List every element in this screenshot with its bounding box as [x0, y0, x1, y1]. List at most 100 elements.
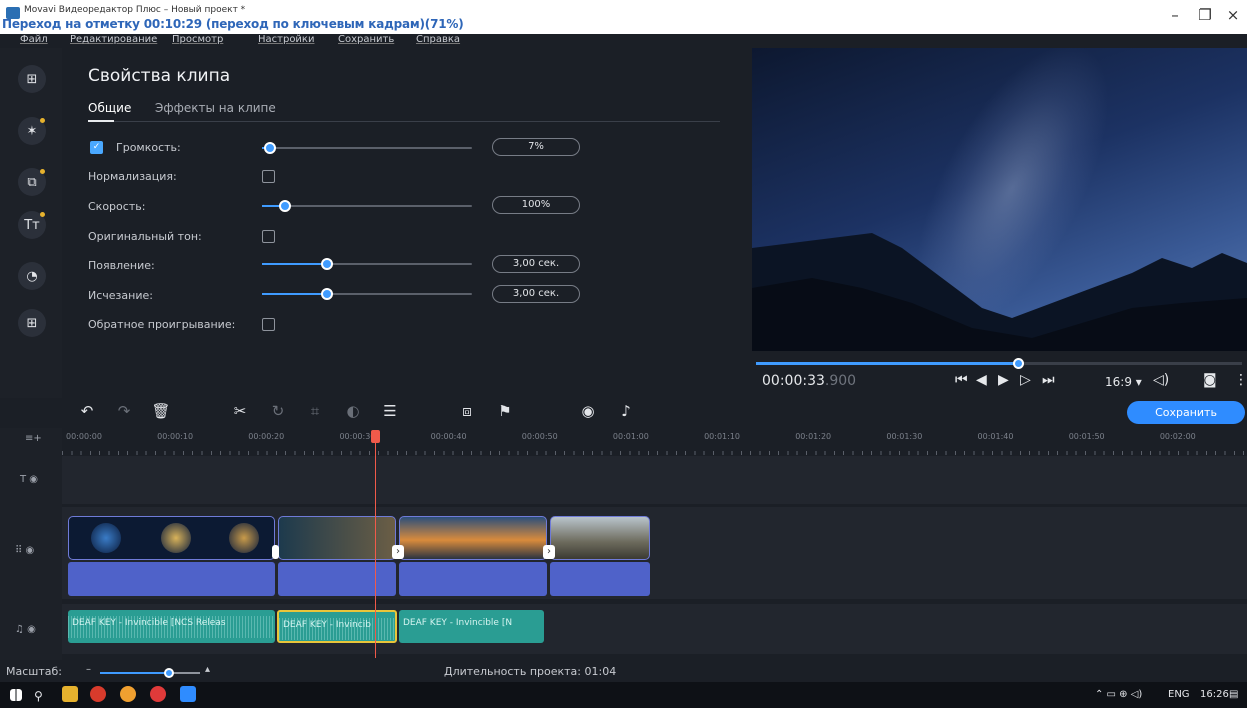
go-to-start-icon[interactable]: ⏮ — [955, 372, 968, 388]
start-menu-icon[interactable] — [10, 689, 22, 701]
ruler-ticks — [62, 451, 1247, 455]
ruler-tick-label: 00:01:00 — [612, 432, 649, 441]
magic-wand-icon[interactable]: ✶ — [18, 117, 46, 145]
video-clip-earth[interactable] — [68, 516, 275, 560]
movavi-taskbar-icon[interactable] — [180, 686, 196, 702]
ruler-tick-label: 00:01:20 — [795, 432, 832, 441]
preview-scrubber[interactable] — [756, 358, 1242, 369]
volume-value-field[interactable]: 7% — [492, 138, 580, 156]
import-icon[interactable]: ⊞ — [18, 65, 46, 93]
video-clip-shore[interactable] — [550, 516, 650, 560]
titles-icon[interactable]: Tт — [18, 211, 46, 239]
audio-clip-selected[interactable]: DEAF KEY - Invincib — [277, 610, 397, 643]
menu-help[interactable]: Справка — [416, 34, 460, 45]
tray-icons[interactable]: ⌃ ▭ ⊕ ◁) — [1095, 689, 1142, 700]
redo-icon[interactable]: ↷ — [113, 402, 135, 420]
browser-yandex-icon[interactable] — [90, 686, 106, 702]
zoom-out-icon[interactable]: – — [86, 664, 91, 675]
play-icon[interactable]: ▶ — [998, 372, 1009, 388]
video-clip-earth-audio[interactable] — [68, 562, 275, 596]
tab-divider — [88, 121, 720, 122]
playhead-handle[interactable] — [371, 430, 380, 443]
speed-slider[interactable] — [262, 200, 472, 212]
color-adjust-icon[interactable]: ◐ — [342, 402, 364, 420]
language-indicator[interactable]: ENG — [1168, 689, 1190, 700]
fade-out-slider-knob[interactable] — [321, 288, 334, 300]
fade-out-slider[interactable] — [262, 288, 472, 300]
maximize-button[interactable]: ❐ — [1190, 6, 1220, 24]
notifications-icon[interactable]: ▤ — [1229, 689, 1238, 700]
zoom-slider-knob[interactable] — [164, 668, 174, 678]
speed-slider-knob[interactable] — [279, 200, 292, 212]
audio-clip[interactable]: DEAF KEY - Invincible [N — [399, 610, 544, 643]
fade-in-slider[interactable] — [262, 258, 472, 270]
save-button[interactable]: Сохранить — [1127, 401, 1245, 424]
zoom-slider[interactable] — [100, 668, 200, 678]
previous-frame-icon[interactable]: ◀ — [976, 372, 987, 388]
tab-clip-effects[interactable]: Эффекты на клипе — [155, 101, 276, 115]
preview-scrubber-knob[interactable] — [1013, 358, 1025, 369]
more-tools-icon[interactable]: ⊞ — [18, 309, 46, 337]
video-clip-sunset[interactable] — [399, 516, 547, 560]
delete-icon[interactable]: 🗑 — [150, 402, 172, 420]
preview-player[interactable] — [752, 48, 1247, 351]
fade-in-slider-knob[interactable] — [321, 258, 334, 270]
ruler-tick-label: 00:01:50 — [1068, 432, 1105, 441]
menu-edit[interactable]: Редактирование — [70, 34, 157, 45]
webcam-icon[interactable]: ◉ — [577, 402, 599, 420]
go-to-end-icon[interactable]: ⏭ — [1042, 372, 1055, 388]
menu-view[interactable]: Просмотр — [172, 34, 223, 45]
volume-checkbox[interactable]: ✓ — [90, 141, 103, 154]
ruler-tick-label: 00:00:30 — [339, 432, 376, 441]
zoom-in-icon[interactable]: ▴ — [205, 664, 210, 675]
transition-icon[interactable]: › — [392, 545, 404, 559]
explorer-icon[interactable] — [62, 686, 78, 702]
more-options-icon[interactable]: ⋮ — [1234, 372, 1247, 388]
video-clip-storm[interactable] — [278, 516, 396, 560]
tab-general[interactable]: Общие — [88, 101, 131, 115]
close-button[interactable]: × — [1218, 6, 1247, 24]
browser-chrome-icon[interactable] — [120, 686, 136, 702]
rotate-icon[interactable]: ↻ — [267, 402, 289, 420]
aspect-ratio-dropdown[interactable]: 16:9 ▾ — [1105, 375, 1142, 389]
marker-icon[interactable]: ⚑ — [494, 402, 516, 420]
undo-icon[interactable]: ↶ — [76, 402, 98, 420]
transition-icon[interactable]: › — [543, 545, 555, 559]
cut-icon[interactable]: ✂ — [229, 402, 251, 420]
title-track[interactable] — [62, 456, 1247, 504]
minimize-button[interactable]: – — [1160, 6, 1190, 24]
speed-value-field[interactable]: 100% — [492, 196, 580, 214]
crop-icon[interactable]: ⌗ — [304, 402, 326, 420]
fade-out-value-field[interactable]: 3,00 сек. — [492, 285, 580, 303]
menu-settings[interactable]: Настройки — [258, 34, 314, 45]
fade-in-value-field[interactable]: 3,00 сек. — [492, 255, 580, 273]
normalize-checkbox[interactable] — [262, 170, 275, 183]
zoom-slider-fill — [100, 672, 170, 674]
next-frame-icon[interactable]: ▷ — [1020, 372, 1031, 388]
transition-icon[interactable] — [272, 545, 279, 559]
audio-clip[interactable]: DEAF KEY - Invincible [NCS Releas — [68, 610, 275, 643]
timecode-display: 00:00:33.900 — [762, 373, 856, 389]
video-clip-sunset-audio[interactable] — [399, 562, 547, 596]
search-icon[interactable]: ⚲ — [34, 689, 43, 703]
window-title: Movavi Видеоредактор Плюс – Новый проект… — [24, 5, 246, 15]
add-track-icon[interactable]: ≡+ — [25, 433, 42, 444]
snapshot-icon[interactable]: ◙ — [1203, 372, 1217, 388]
menu-export[interactable]: Сохранить — [338, 34, 394, 45]
volume-icon[interactable]: ◁) — [1153, 372, 1169, 388]
menu-file[interactable]: Файл — [20, 34, 48, 45]
transitions-icon[interactable]: ⧉ — [18, 168, 46, 196]
filters-icon[interactable]: ◔ — [18, 262, 46, 290]
video-clip-storm-audio[interactable] — [278, 562, 396, 596]
original-pitch-checkbox[interactable] — [262, 230, 275, 243]
clip-properties-icon[interactable]: ☰ — [379, 402, 401, 420]
audio-clip-label: DEAF KEY - Invincible [NCS Releas — [72, 618, 226, 628]
reverse-checkbox[interactable] — [262, 318, 275, 331]
video-clip-shore-audio[interactable] — [550, 562, 650, 596]
pip-icon[interactable]: ⧈ — [456, 402, 478, 420]
volume-slider[interactable] — [262, 142, 472, 154]
normalize-label: Нормализация: — [88, 170, 177, 183]
record-audio-icon[interactable]: ♪ — [615, 402, 637, 420]
recorder-icon[interactable] — [150, 686, 166, 702]
fade-out-label: Исчезание: — [88, 289, 153, 302]
